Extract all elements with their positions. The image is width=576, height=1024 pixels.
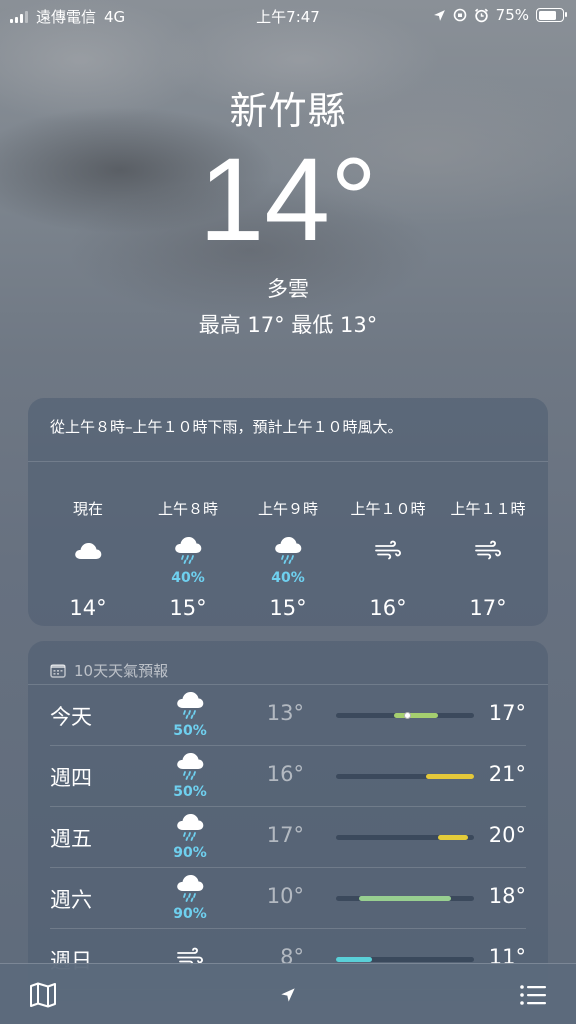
status-right: 75%: [433, 6, 567, 24]
city-name: 新竹縣: [229, 89, 347, 133]
low-temperature: 17°: [266, 823, 304, 847]
map-icon: [30, 982, 56, 1008]
hourly-item: 現在 14°: [38, 498, 138, 620]
rain-icon: [175, 691, 205, 723]
day-condition: 90%: [170, 874, 210, 922]
day-name: 週五: [50, 827, 92, 851]
day-condition: 50%: [170, 691, 210, 739]
hourly-item: 上午９時 40% 15°: [238, 498, 338, 620]
daily-row[interactable]: 今天 50% 13° 17°: [50, 685, 526, 746]
cloud-icon: [73, 530, 103, 570]
high-temperature: 18°: [488, 884, 526, 908]
hourly-forecast-card[interactable]: 從上午８時–上午１０時下雨，預計上午１０時風大。 現在 14° 上午８時 40% 15°…: [28, 398, 548, 626]
precipitation-probability: 40%: [271, 570, 305, 586]
daily-row[interactable]: 週四 50% 16° 21°: [50, 746, 526, 807]
temperature-range-bar: [336, 896, 474, 901]
battery-fill: [538, 10, 556, 20]
day-name: 今天: [50, 705, 92, 729]
current-location-button[interactable]: [273, 980, 303, 1010]
daily-forecast-card[interactable]: 10天天氣預報 今天 50% 13° 17° 週四 50% 16° 21° 週五 90% 17° 20…: [28, 641, 548, 1001]
status-bar: 遠傳電信 4G 上午7:47 75%: [0, 0, 576, 30]
hour-temperature: 15°: [269, 596, 307, 620]
daily-row[interactable]: 週六 90% 10° 18°: [50, 868, 526, 929]
hour-label: 上午１０時: [350, 500, 426, 518]
temperature-range-fill: [425, 774, 474, 779]
wind-icon: [474, 530, 502, 570]
bottom-toolbar: [0, 963, 576, 1024]
temperature-range-fill: [336, 957, 372, 962]
rain-icon: [273, 530, 303, 570]
hourly-item: 上午１１時 17°: [438, 498, 538, 620]
battery-icon: [536, 8, 567, 22]
location-list-button[interactable]: [518, 980, 548, 1010]
hour-temperature: 15°: [169, 596, 207, 620]
battery-percent: 75%: [495, 6, 529, 24]
condition-label: 多雲: [267, 277, 309, 301]
precipitation-probability: 90%: [173, 845, 207, 861]
hour-temperature: 17°: [469, 596, 507, 620]
temperature-range-fill: [393, 713, 439, 718]
temperature-range-fill: [359, 896, 451, 901]
hour-label: 上午１１時: [450, 500, 526, 518]
hour-label: 上午８時: [157, 500, 218, 518]
daily-list[interactable]: 今天 50% 13° 17° 週四 50% 16° 21° 週五 90% 17° 20° 週六 90% 10…: [28, 685, 548, 990]
temperature-range-bar: [336, 835, 474, 840]
wind-icon: [374, 530, 402, 570]
map-button[interactable]: [28, 980, 58, 1010]
day-name: 週六: [50, 888, 92, 912]
hour-label: 上午９時: [257, 500, 318, 518]
hourly-list[interactable]: 現在 14° 上午８時 40% 15° 上午９時 40% 15° 上午１０時 16° 上午１１時 17…: [28, 498, 548, 620]
hourly-item: 上午８時 40% 15°: [138, 498, 238, 620]
rain-icon: [175, 874, 205, 906]
low-temperature: 16°: [266, 762, 304, 786]
rain-icon: [175, 813, 205, 845]
daily-header: 10天天氣預報: [28, 641, 548, 685]
current-weather: 新竹縣 14° 多雲 最高 17° 最低 13°: [0, 80, 576, 339]
precipitation-probability: 50%: [173, 784, 207, 800]
calendar-icon: [50, 664, 66, 678]
precipitation-probability: 50%: [173, 723, 207, 739]
precipitation-probability: 90%: [173, 906, 207, 922]
hour-temperature: 14°: [69, 596, 107, 620]
high-low-label: 最高 17° 最低 13°: [198, 313, 378, 337]
temperature-range-bar: [336, 957, 474, 962]
rain-icon: [173, 530, 203, 570]
hour-label: 現在: [72, 500, 103, 518]
temperature-range-bar: [336, 712, 474, 719]
temperature-range-fill: [438, 835, 469, 840]
daily-header-label: 10天天氣預報: [74, 662, 169, 680]
day-condition: 90%: [170, 813, 210, 861]
alarm-icon: [474, 8, 488, 22]
location-arrow-icon: [281, 988, 295, 1002]
rotation-lock-icon: [453, 8, 466, 22]
low-temperature: 13°: [266, 701, 304, 725]
hour-temperature: 16°: [369, 596, 407, 620]
temperature-range-bar: [336, 774, 474, 779]
hourly-item: 上午１０時 16°: [338, 498, 438, 620]
high-temperature: 20°: [488, 823, 526, 847]
low-temperature: 10°: [266, 884, 304, 908]
location-services-icon: [433, 9, 445, 21]
list-icon: [520, 985, 546, 1005]
forecast-summary: 從上午８時–上午１０時下雨，預計上午１０時風大。: [28, 398, 548, 462]
rain-icon: [175, 752, 205, 784]
high-temperature: 17°: [488, 701, 526, 725]
high-temperature: 21°: [488, 762, 526, 786]
day-condition: 50%: [170, 752, 210, 800]
daily-row[interactable]: 週五 90% 17° 20°: [50, 807, 526, 868]
precipitation-probability: 40%: [171, 570, 205, 586]
day-name: 週四: [50, 766, 92, 790]
current-temperature: 14°: [198, 134, 378, 266]
